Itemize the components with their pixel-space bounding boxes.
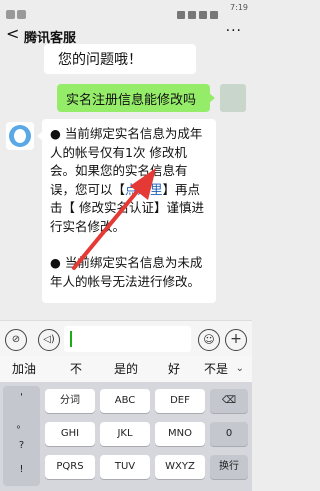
service-avatar[interactable] (6, 122, 34, 150)
key-jkl[interactable]: JKL (100, 422, 150, 446)
bubble-tail (209, 93, 215, 103)
symbol-key[interactable]: 。 (3, 416, 40, 431)
user-message[interactable]: 实名注册信息能修改吗 (57, 84, 210, 112)
back-icon[interactable]: < (6, 24, 19, 44)
keyboard-toggle-icon[interactable]: ⊘ (5, 329, 27, 351)
key-pqrs[interactable]: PQRS (45, 455, 95, 479)
newline-key[interactable]: 换行 (210, 455, 248, 479)
delete-key-icon[interactable]: ⌫ (210, 389, 248, 413)
voice-input-icon[interactable]: ◁) (38, 329, 60, 351)
suggestion-item[interactable]: 不 (70, 360, 82, 377)
service-logo-face (14, 129, 26, 143)
collapse-icon[interactable]: ⌄ (236, 363, 244, 374)
status-bar: 7:19 (0, 0, 252, 20)
service-message-partial: 您的问题哦！ (44, 44, 196, 74)
key-wxyz[interactable]: WXYZ (155, 455, 205, 479)
input-bar: ⊘ ◁) ☺ + (0, 320, 252, 357)
message-text: 实名注册信息能修改吗 (66, 93, 197, 108)
key-mno[interactable]: MNO (155, 422, 205, 446)
plus-icon[interactable]: + (225, 329, 247, 351)
key-def[interactable]: DEF (155, 389, 205, 413)
symbol-key[interactable]: ? (3, 440, 40, 451)
text-caret (70, 331, 72, 347)
signal-battery-icons (174, 4, 224, 19)
symbol-key[interactable]: ! (3, 464, 40, 475)
suggestion-item[interactable]: 不是 (204, 360, 228, 377)
suggestion-bar: 加油 不 是的 好 不是 ⌄ (0, 356, 252, 383)
notification-icons (6, 4, 36, 19)
key-ghi[interactable]: GHI (45, 422, 95, 446)
user-avatar[interactable] (220, 84, 246, 112)
message-input[interactable] (64, 326, 191, 352)
suggestion-item[interactable]: 好 (168, 360, 180, 377)
symbol-column[interactable]: ' 。 ? ! (3, 386, 40, 486)
annotation-arrow-icon (72, 168, 156, 270)
more-icon[interactable]: ··· (226, 23, 242, 39)
key-tuv[interactable]: TUV (100, 455, 150, 479)
status-time: 7:19 (230, 3, 248, 12)
suggestion-item[interactable]: 加油 (12, 360, 36, 377)
message-text: 您的问题哦！ (58, 52, 142, 68)
key-fenci[interactable]: 分词 (45, 389, 95, 413)
emoji-icon[interactable]: ☺ (198, 329, 220, 351)
symbol-key[interactable]: ' (3, 392, 40, 403)
suggestion-item[interactable]: 是的 (114, 360, 138, 377)
key-zero[interactable]: 0 (210, 422, 248, 446)
key-abc[interactable]: ABC (100, 389, 150, 413)
